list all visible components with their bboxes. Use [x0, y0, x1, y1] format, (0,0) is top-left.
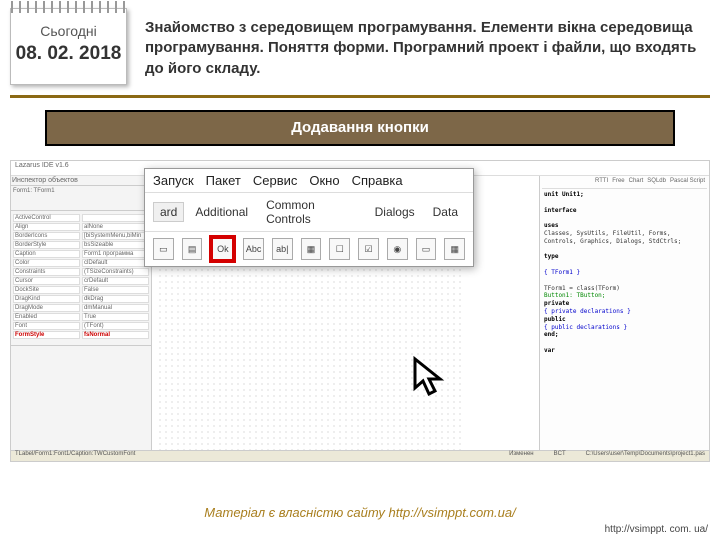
zoom-toolbar-panel: Запуск Пакет Сервис Окно Справка ard Add… [144, 168, 474, 267]
status-bar: TLabel/Form1:Font1/Caption:TWCustomFont … [11, 450, 709, 461]
status-path: C:\Users\user\Temp\Documents\project1.pa… [586, 451, 705, 461]
menu-run[interactable]: Запуск [153, 173, 194, 188]
title-divider [10, 95, 710, 98]
inspector-tree[interactable]: Form1: TForm1 [11, 186, 151, 211]
footer-url: http://vsimppt. com. ua/ [605, 524, 708, 535]
status-left: TLabel/Form1:Font1/Caption:TWCustomFont [15, 451, 135, 461]
menu-bar: Запуск Пакет Сервис Окно Справка [145, 169, 473, 193]
section-banner: Додавання кнопки [45, 110, 675, 146]
credit-text: Матеріал є власністю сайту http://vsimpp… [0, 505, 720, 520]
palette-item-1[interactable]: ▭ [153, 238, 174, 260]
ide-screenshot: Lazarus IDE v1.6 Инспектор объектов Form… [10, 160, 710, 462]
palette-list[interactable]: ▭ [416, 238, 437, 260]
palette-label[interactable]: Abc [243, 238, 264, 260]
menu-package[interactable]: Пакет [206, 173, 241, 188]
palette-radio[interactable]: ◉ [387, 238, 408, 260]
palette-tabs: ard Additional Common Controls Dialogs D… [145, 193, 473, 232]
today-label: Сьогодні [11, 23, 126, 39]
palette-item-2[interactable]: ▤ [182, 238, 203, 260]
inspector-title: Инспектор объектов [11, 176, 151, 186]
code-editor[interactable]: RTTIFreeChartSQLdbPascal Script unit Uni… [539, 176, 709, 460]
menu-service[interactable]: Сервис [253, 173, 298, 188]
palette-memo[interactable]: ▦ [301, 238, 322, 260]
menu-window[interactable]: Окно [309, 173, 339, 188]
tab-common[interactable]: Common Controls [259, 195, 364, 229]
palette-button-ok[interactable]: Ok [210, 236, 235, 262]
slide-title: Знайомство з середовищем програмування. … [145, 18, 700, 79]
menu-help[interactable]: Справка [352, 173, 403, 188]
status-changed: Изменен [509, 451, 534, 461]
date-value: 08. 02. 2018 [11, 43, 126, 65]
palette-check[interactable]: ☑ [358, 238, 379, 260]
component-palette: ▭ ▤ Ok Abc ab| ▦ ☐ ☑ ◉ ▭ ▦ [145, 232, 473, 266]
status-mode: BCT [554, 451, 566, 461]
properties-grid[interactable]: ActiveControl AlignalNone BorderIcons[bi… [11, 211, 151, 346]
tab-data[interactable]: Data [426, 202, 465, 222]
palette-combo[interactable]: ▦ [444, 238, 465, 260]
tab-dialogs[interactable]: Dialogs [368, 202, 422, 222]
tab-standard[interactable]: ard [153, 202, 184, 222]
palette-toggle[interactable]: ☐ [329, 238, 350, 260]
tab-additional[interactable]: Additional [188, 202, 255, 222]
object-inspector: Инспектор объектов Form1: TForm1 ActiveC… [11, 176, 152, 460]
date-card: Сьогодні 08. 02. 2018 [10, 8, 127, 85]
ide-center: Запуск Пакет Сервис Окно Справка ard Add… [152, 176, 539, 460]
palette-edit[interactable]: ab| [272, 238, 293, 260]
cursor-icon [412, 356, 450, 400]
